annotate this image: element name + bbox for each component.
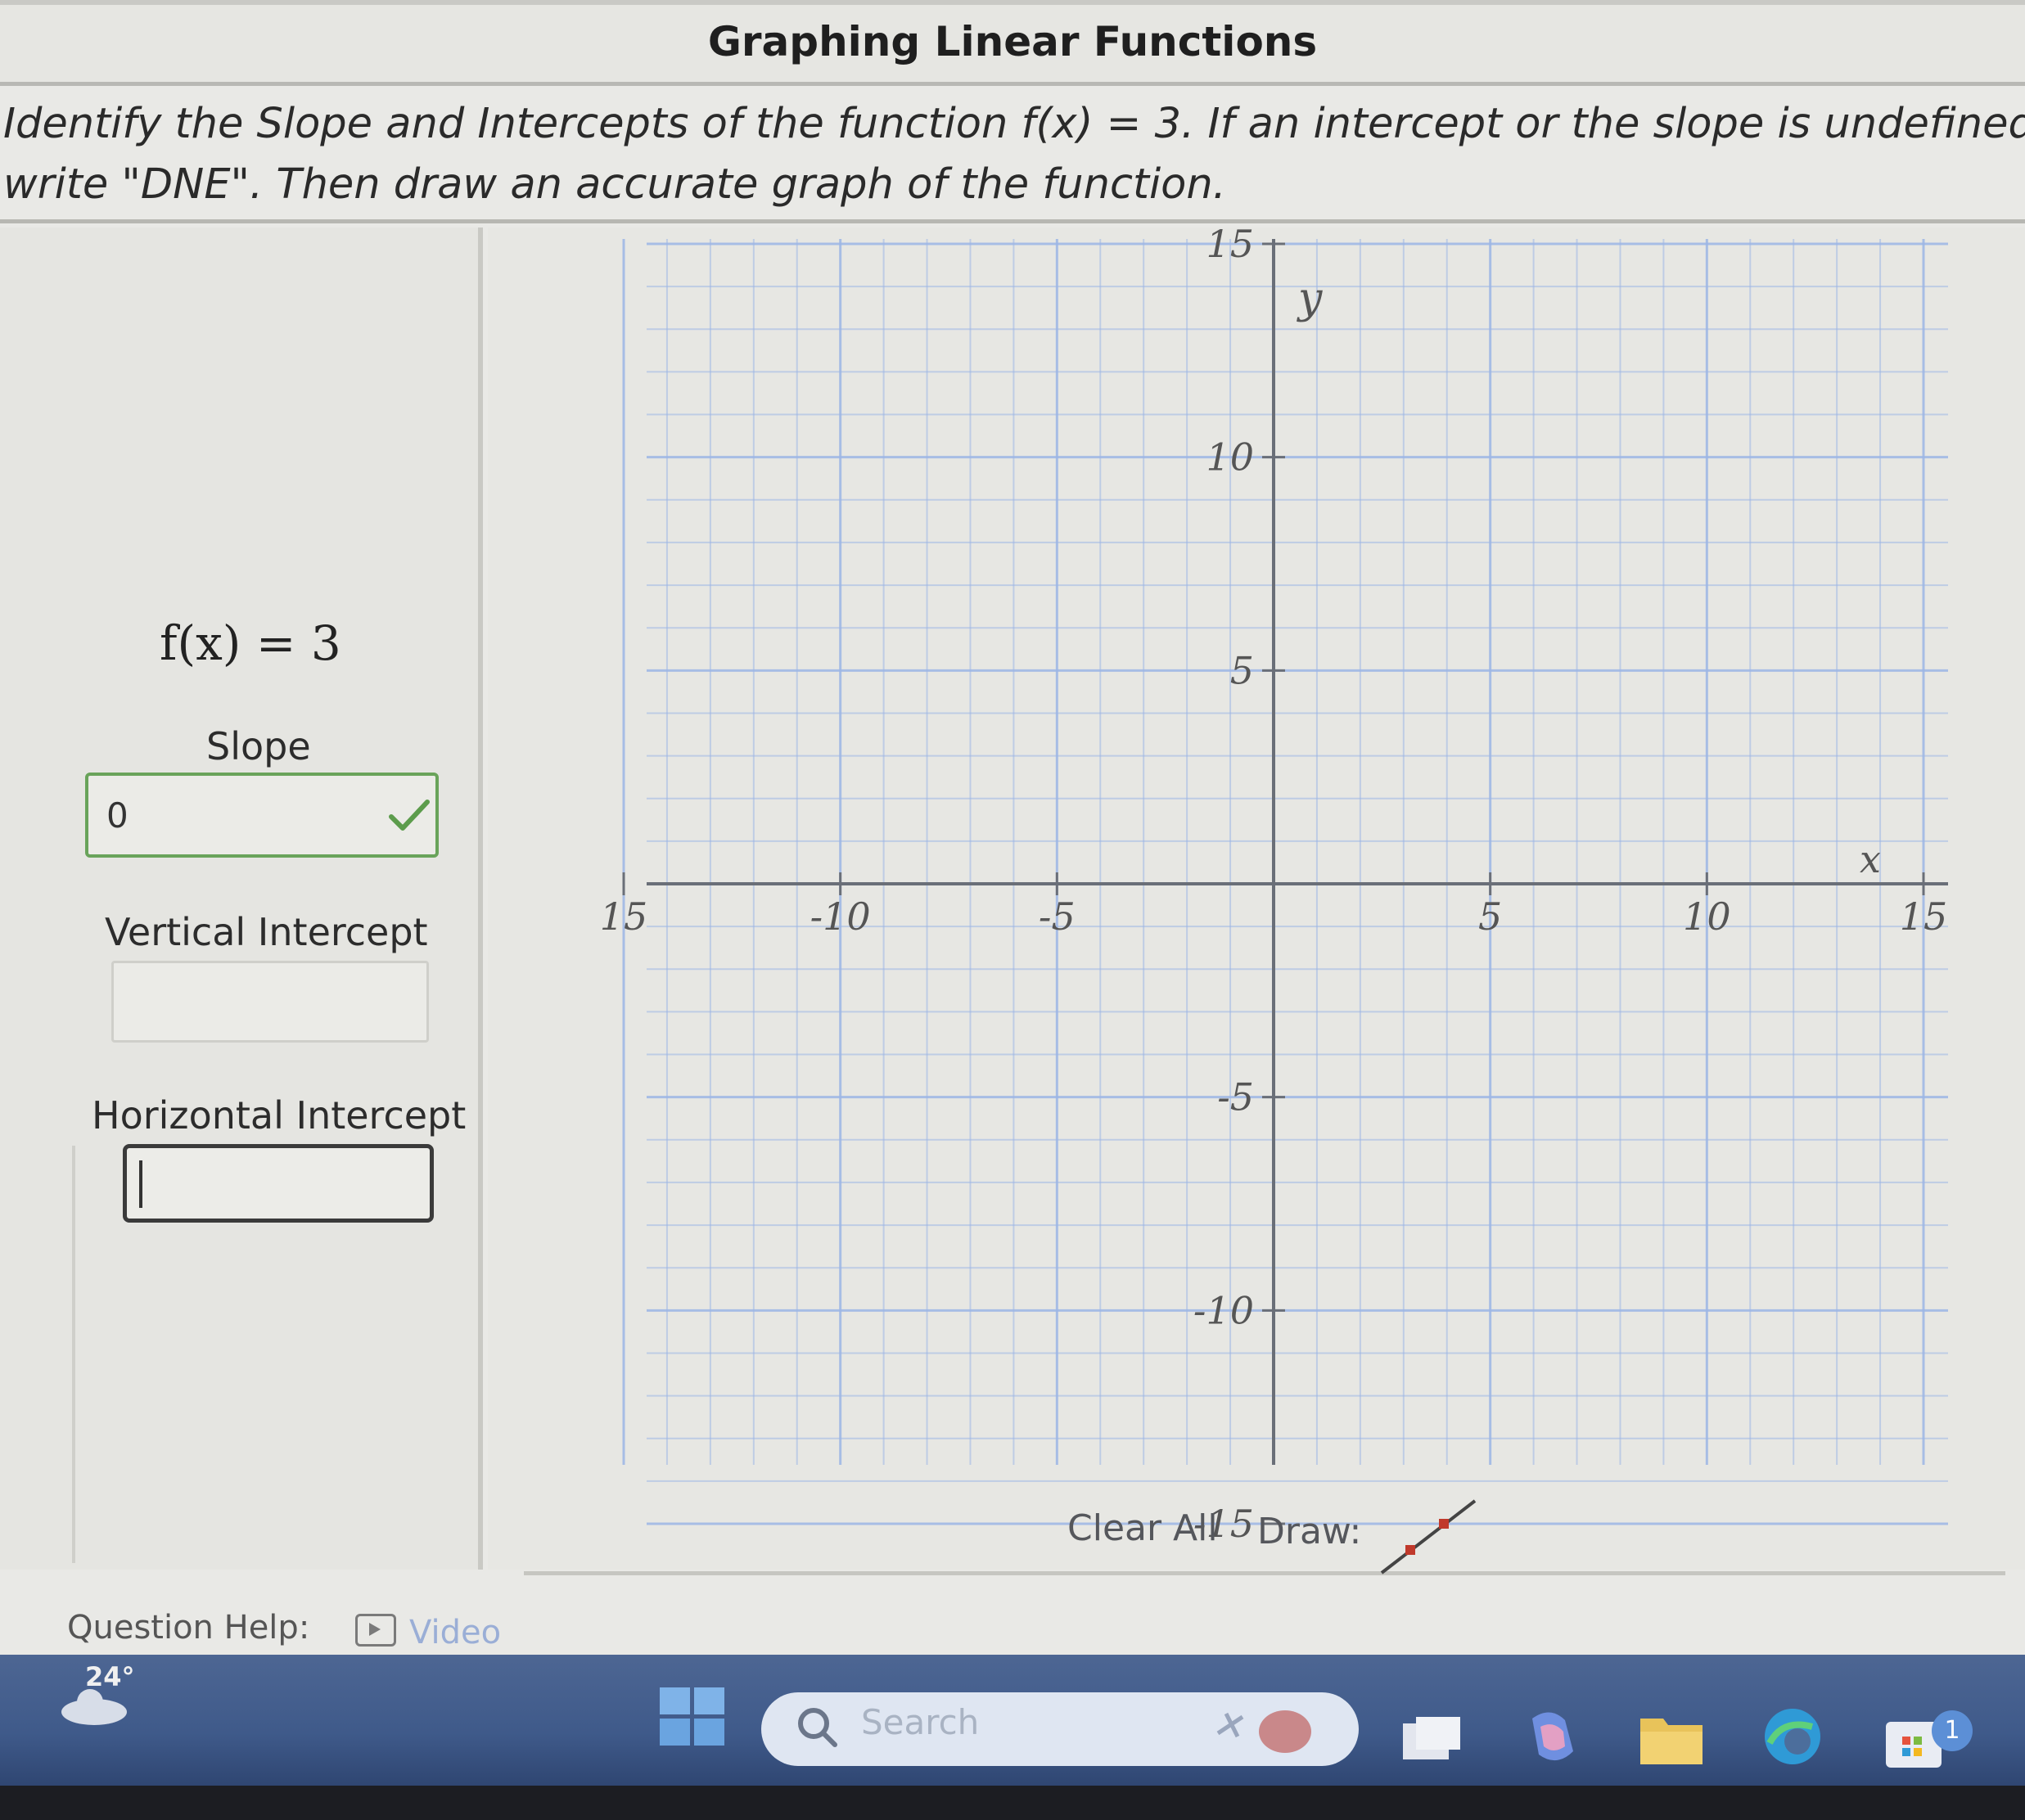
y-tick-label: -5 <box>1217 1075 1254 1119</box>
x-tick-label: 15 <box>1900 894 1948 939</box>
x-tick-label: 5 <box>1478 894 1502 939</box>
task-view-icon[interactable] <box>1396 1707 1465 1776</box>
line-segment-tool-icon[interactable] <box>1375 1489 1482 1579</box>
x-tick-label: 10 <box>1683 894 1731 939</box>
clear-all-button[interactable]: Clear All <box>1067 1507 1218 1549</box>
question-help-label: Question Help: <box>67 1609 310 1647</box>
y-tick-label: 5 <box>1230 648 1254 692</box>
x-tick-label: 15 <box>600 894 648 939</box>
y-tick-label: 15 <box>1206 222 1254 266</box>
coordinate-graph[interactable]: 15 -10 -5 5 10 1515105-5-10-15 x y <box>0 0 2025 1820</box>
copilot-icon[interactable] <box>1516 1702 1585 1771</box>
search-icon <box>798 1708 837 1747</box>
cloud-icon[interactable] <box>57 1686 131 1727</box>
y-axis-label: y <box>1297 274 1323 323</box>
y-tick-label: -10 <box>1193 1288 1254 1332</box>
notification-badge: 1 <box>1932 1710 1973 1751</box>
y-tick-label: 10 <box>1206 435 1254 480</box>
axes <box>647 239 1948 1465</box>
search-placeholder: Search <box>861 1702 980 1742</box>
search-highlight-icon <box>1216 1710 1311 1753</box>
play-icon <box>369 1623 381 1636</box>
windows-start-icon[interactable] <box>660 1687 725 1746</box>
grid-minor-lines <box>647 239 1948 1482</box>
x-axis-label: x <box>1860 837 1881 881</box>
x-tick-label: -5 <box>1039 894 1076 939</box>
draw-label: Draw: <box>1257 1511 1362 1552</box>
edge-browser-icon[interactable] <box>1758 1702 1827 1771</box>
x-tick-label: -10 <box>810 894 871 939</box>
file-explorer-icon[interactable] <box>1637 1704 1706 1773</box>
video-link[interactable]: Video <box>409 1614 501 1651</box>
screen-bezel <box>0 1786 2025 1820</box>
